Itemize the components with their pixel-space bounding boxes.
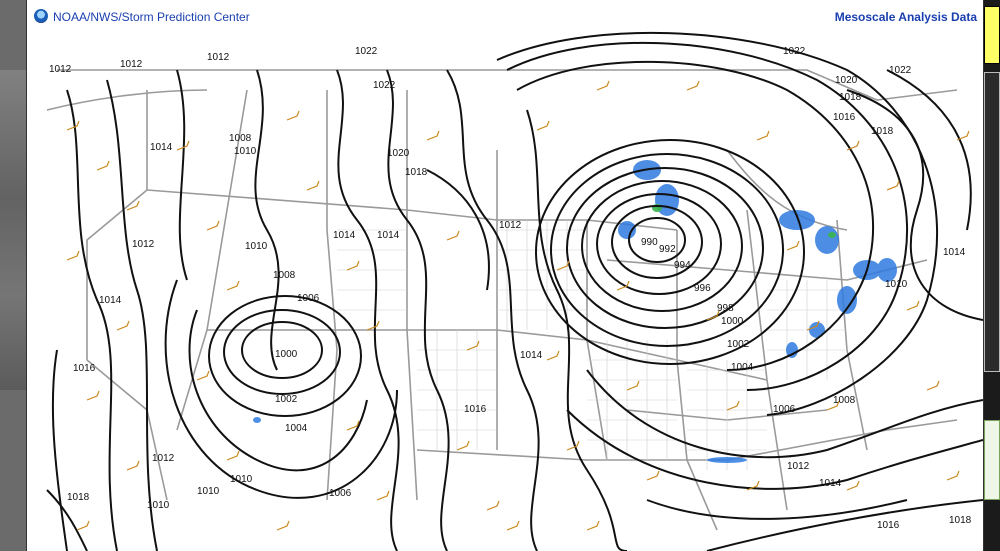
- isobar-label: 1006: [329, 488, 352, 499]
- isobar-label: 1016: [464, 404, 487, 415]
- isobar-label: 1010: [885, 279, 908, 290]
- isobar-label: 1018: [839, 92, 862, 103]
- isobar-label: 1014: [99, 295, 122, 306]
- isobar-label: 1022: [783, 46, 806, 57]
- isobar-label: 1002: [727, 339, 750, 350]
- isobar-label: 1012: [152, 453, 175, 464]
- isobar-label: 1012: [49, 64, 72, 75]
- isobar-label: 992: [659, 244, 676, 255]
- isobar-label: 1014: [943, 247, 966, 258]
- isobar-label: 1012: [207, 52, 230, 63]
- mesoscale-analysis-link[interactable]: Mesoscale Analysis Data: [835, 10, 977, 24]
- isobar-label: 1004: [285, 423, 308, 434]
- isobar-label: 998: [717, 303, 734, 314]
- isobar-label: 1000: [275, 349, 298, 360]
- isobar-label: 1014: [333, 230, 356, 241]
- isobar-label: 1012: [499, 220, 522, 231]
- isobar-label: 1018: [949, 515, 972, 526]
- isobar-label: 1008: [273, 270, 296, 281]
- isobar-label: 1012: [787, 461, 810, 472]
- map-panel: NOAA/NWS/Storm Prediction Center Mesosca…: [26, 0, 984, 551]
- isobar-label: 1018: [405, 167, 428, 178]
- isobar-label: 1016: [833, 112, 856, 123]
- left-background: [0, 0, 26, 551]
- noaa-logo-icon: [34, 9, 48, 23]
- isobar-label: 1022: [355, 46, 378, 57]
- isobar-label: 1010: [234, 146, 257, 157]
- isobar-label: 1014: [819, 478, 842, 489]
- isobar-label: 994: [674, 260, 691, 271]
- isobar-label: 1012: [132, 239, 155, 250]
- isobar-label: 1008: [229, 133, 252, 144]
- isobar-label: 1020: [387, 148, 410, 159]
- isobar-label: 990: [641, 237, 658, 248]
- isobar-label: 1000: [721, 316, 744, 327]
- isobar-label: 1004: [731, 362, 754, 373]
- isobar-label: 1014: [377, 230, 400, 241]
- surface-pressure-map: 1012 1012 1012 1022 1022 1022 1020 1018 …: [27, 30, 983, 551]
- isobar-label: 996: [694, 283, 711, 294]
- isobar-label: 1002: [275, 394, 298, 405]
- isobar-label: 1008: [833, 395, 856, 406]
- isobar-label: 1020: [835, 75, 858, 86]
- isobar-label: 1006: [773, 404, 796, 415]
- isobar-label: 1010: [230, 474, 253, 485]
- isobar-label: 1010: [147, 500, 170, 511]
- isobar-label: 1006: [297, 293, 320, 304]
- isobar-label: 1016: [877, 520, 900, 531]
- isobar-label: 1022: [889, 65, 912, 76]
- isobar-label: 1014: [520, 350, 543, 361]
- isobar-label: 1014: [150, 142, 173, 153]
- isobar-label: 1016: [73, 363, 96, 374]
- right-sidebar-strip: [984, 0, 1000, 551]
- panel-header: NOAA/NWS/Storm Prediction Center Mesosca…: [27, 6, 983, 28]
- header-title[interactable]: NOAA/NWS/Storm Prediction Center: [53, 10, 250, 24]
- isobar-label: 1018: [871, 126, 894, 137]
- isobar-label: 1010: [197, 486, 220, 497]
- isobar-label: 1010: [245, 241, 268, 252]
- isobar-label: 1018: [67, 492, 90, 503]
- isobar-label: 1022: [373, 80, 396, 91]
- isobar-label: 1012: [120, 59, 143, 70]
